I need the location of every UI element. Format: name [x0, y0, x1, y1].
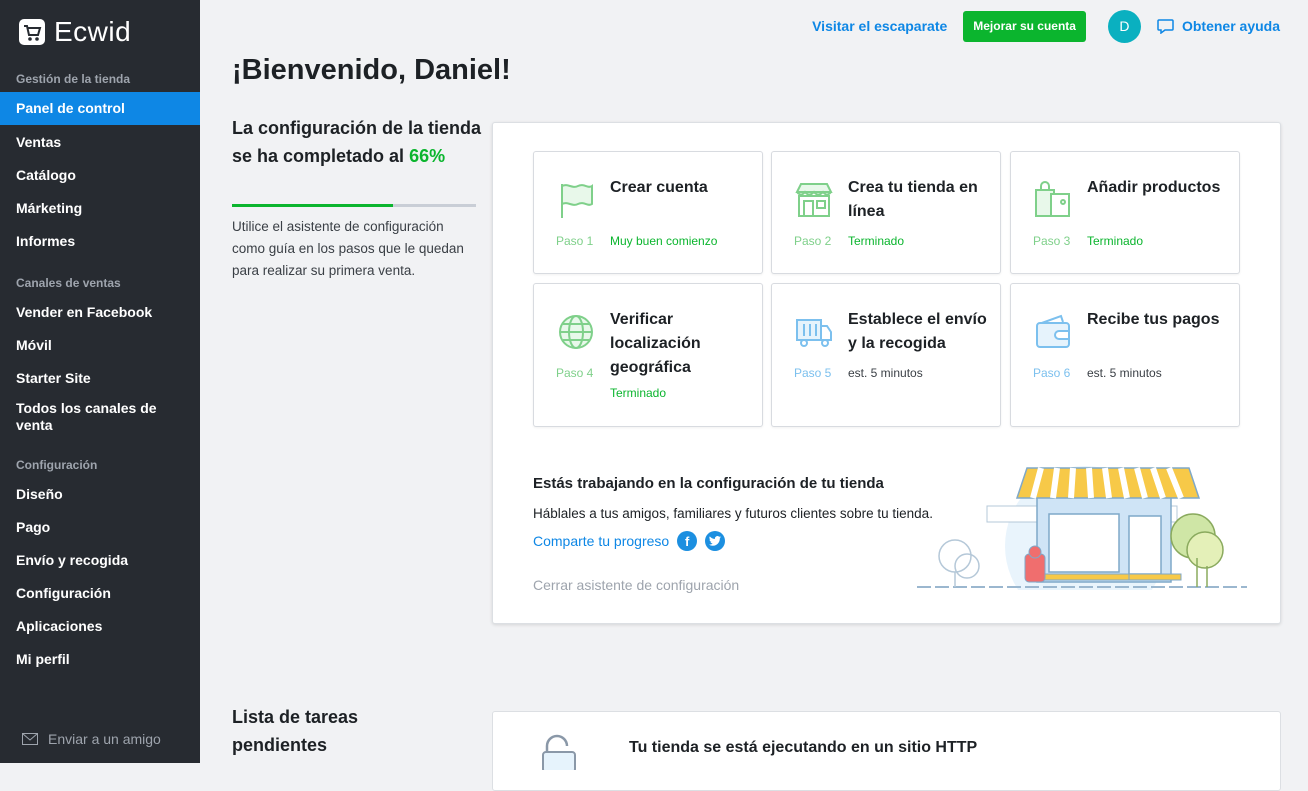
step-number: Paso 4 [556, 366, 594, 380]
progress-percent: 66% [409, 146, 446, 166]
help-label: Obtener ayuda [1181, 18, 1280, 34]
share-progress-link[interactable]: Comparte tu progreso [533, 533, 669, 549]
sidebar-item-marketing[interactable]: Márketing [0, 200, 200, 217]
envelope-icon [22, 733, 38, 745]
chat-bubble-icon [1157, 18, 1174, 34]
progress-bar [232, 204, 476, 207]
step-number: Paso 1 [556, 234, 594, 248]
sidebar-item-all-channels[interactable]: Todos los canales de venta [0, 400, 180, 434]
working-description: Háblales a tus amigos, familiares y futu… [533, 506, 933, 521]
sidebar-item-apps[interactable]: Aplicaciones [0, 618, 200, 635]
cart-logo-icon [19, 19, 45, 45]
step-number: Paso 5 [794, 366, 832, 380]
storefront-icon [795, 183, 833, 217]
step-card-2[interactable]: Paso 2 Crea tu tienda en línea Terminado [771, 151, 1001, 274]
step-number: Paso 3 [1033, 234, 1071, 248]
step-card-4[interactable]: Paso 4 Verificar localización geográfica… [533, 283, 763, 427]
sidebar-item-starter-site[interactable]: Starter Site [0, 370, 200, 387]
share-progress: Comparte tu progreso f [533, 531, 726, 551]
invite-label: Enviar a un amigo [48, 731, 161, 747]
step-title: Añadir productos [1087, 179, 1221, 196]
twitter-icon[interactable] [705, 531, 726, 551]
sidebar-item-mobile[interactable]: Móvil [0, 337, 200, 354]
step-status: Muy buen comienzo [610, 234, 718, 248]
progress-bar-fill [232, 204, 394, 207]
section-sales-channels: Canales de ventas [16, 276, 121, 290]
step-card-1[interactable]: Paso 1 Crear cuenta Muy buen comienzo [533, 151, 763, 274]
step-title: Crear cuenta [610, 179, 708, 196]
step-status: Terminado [1087, 234, 1144, 248]
sidebar-item-facebook[interactable]: Vender en Facebook [0, 304, 200, 321]
visit-store-link[interactable]: Visitar el escaparate [812, 18, 947, 34]
tasks-panel: Tu tienda se está ejecutando en un sitio… [492, 711, 1281, 791]
setup-wizard: Paso 1 Crear cuenta Muy buen comienzo Pa… [492, 122, 1281, 624]
sidebar: Ecwid Gestión de la tienda Panel de cont… [0, 0, 200, 763]
avatar[interactable]: D [1107, 9, 1141, 43]
section-settings: Configuración [16, 458, 98, 472]
tasks-title: Lista de tareas pendientes [232, 707, 359, 755]
sidebar-item-payment[interactable]: Pago [0, 519, 200, 536]
close-wizard-link[interactable]: Cerrar asistente de configuración [533, 577, 739, 593]
step-card-3[interactable]: Paso 3 Añadir productos Terminado [1010, 151, 1240, 274]
step-status: est. 5 minutos [1087, 366, 1162, 380]
globe-icon [559, 315, 593, 349]
section-store-management: Gestión de la tienda [16, 72, 131, 86]
truck-icon [796, 319, 832, 347]
sidebar-item-configuration[interactable]: Configuración [0, 585, 200, 602]
help-link[interactable]: Obtener ayuda [1157, 18, 1280, 34]
logo-text: Ecwid [54, 16, 132, 47]
step-status: Terminado [848, 234, 905, 248]
step-number: Paso 2 [794, 234, 832, 248]
facebook-icon[interactable]: f [677, 531, 698, 551]
sidebar-item-sales[interactable]: Ventas [0, 134, 200, 151]
step-title: Recibe tus pagos [1087, 311, 1220, 328]
step-title: Crea tu tienda en línea [848, 179, 978, 220]
step-status: est. 5 minutos [848, 366, 923, 380]
unlocked-padlock-icon [542, 734, 576, 770]
step-title: Verificar localización geográfica [610, 311, 701, 376]
sidebar-item-dashboard[interactable]: Panel de control [0, 92, 200, 125]
sidebar-item-shipping[interactable]: Envío y recogida [0, 552, 200, 569]
progress-description: Utilice el asistente de configuración co… [232, 219, 464, 278]
task-title: Tu tienda se está ejecutando en un sitio… [629, 739, 978, 756]
sidebar-item-catalog[interactable]: Catálogo [0, 167, 200, 184]
step-status: Terminado [610, 386, 667, 400]
page-title: ¡Bienvenido, Daniel! [232, 54, 511, 86]
step-title: Establece el envío y la recogida [848, 311, 987, 352]
flag-icon [561, 184, 593, 218]
step-card-5[interactable]: Paso 5 Establece el envío y la recogida … [771, 283, 1001, 427]
invite-friend-link[interactable]: Enviar a un amigo [22, 731, 161, 747]
storefront-illustration [917, 466, 1247, 590]
upgrade-account-button[interactable]: Mejorar su cuenta [963, 10, 1086, 42]
sidebar-item-design[interactable]: Diseño [0, 486, 200, 503]
working-title: Estás trabajando en la configuración de … [533, 475, 884, 492]
sidebar-item-reports[interactable]: Informes [0, 233, 200, 250]
step-card-6[interactable]: Paso 6 Recibe tus pagos est. 5 minutos [1010, 283, 1240, 427]
sidebar-item-profile[interactable]: Mi perfil [0, 651, 200, 668]
top-bar: Visitar el escaparate Mejorar su cuenta … [812, 9, 1280, 43]
wallet-icon [1036, 314, 1070, 348]
progress-title: La configuración de la tienda se ha comp… [232, 114, 482, 170]
products-icon [1035, 181, 1070, 217]
ecwid-logo[interactable]: Ecwid [18, 16, 131, 48]
step-number: Paso 6 [1033, 366, 1071, 380]
